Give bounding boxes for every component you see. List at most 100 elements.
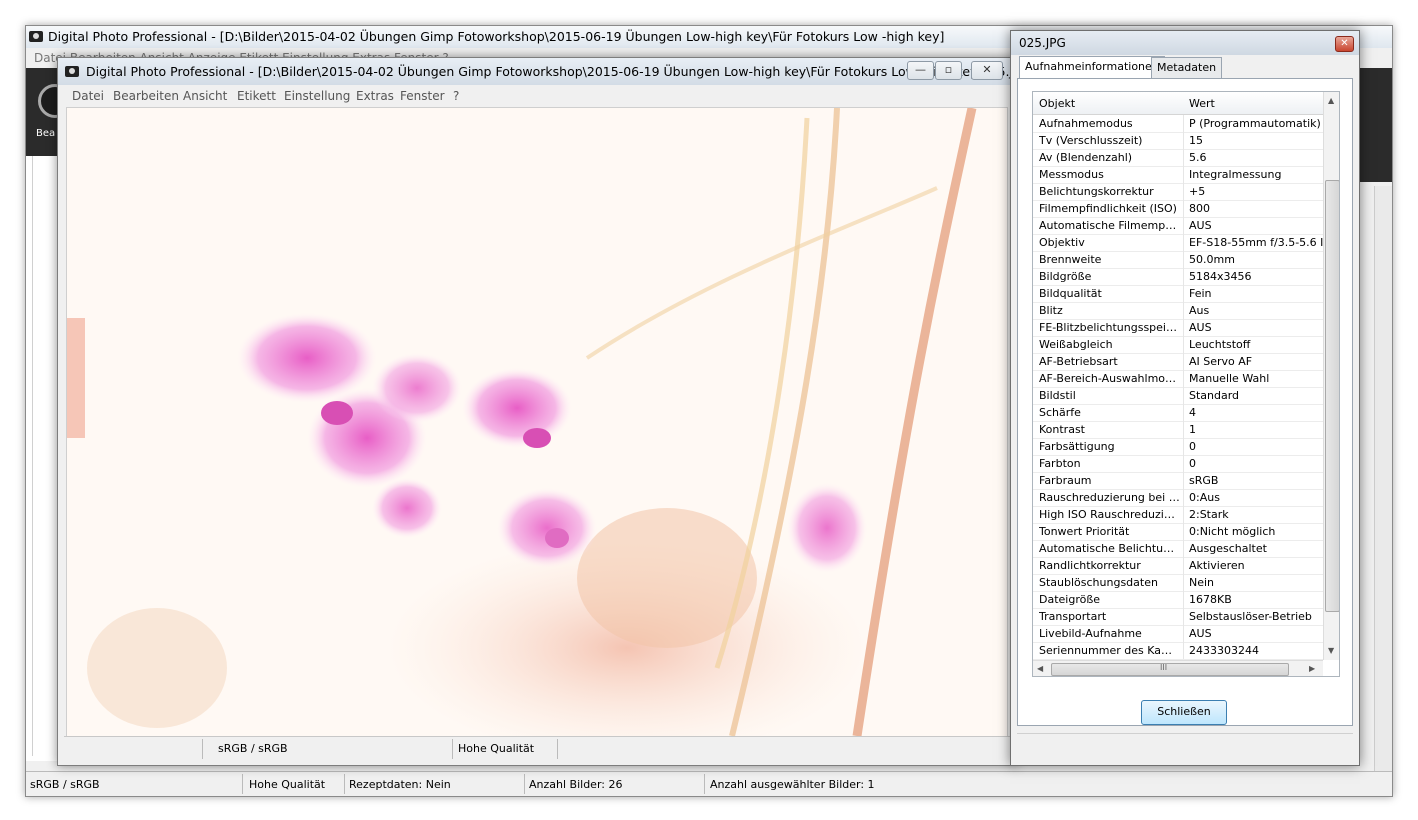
column-divider <box>1183 336 1184 353</box>
table-row[interactable]: Seriennummer des Kamera... 2433303244 <box>1033 642 1323 660</box>
list-vertical-scrollbar[interactable]: ▲ ▼ <box>1323 92 1339 660</box>
table-row[interactable]: Farbsättigung 0 <box>1033 438 1323 456</box>
column-divider <box>1183 268 1184 285</box>
row-key: Filmempfindlichkeit (ISO) <box>1039 202 1177 215</box>
table-row[interactable]: Objektiv EF-S18-55mm f/3.5-5.6 IS II <box>1033 234 1323 252</box>
scroll-down-icon[interactable]: ▼ <box>1328 646 1334 655</box>
table-row[interactable]: Bildgröße 5184x3456 <box>1033 268 1323 286</box>
table-row[interactable]: Farbton 0 <box>1033 455 1323 473</box>
table-row[interactable]: Brennweite 50.0mm <box>1033 251 1323 269</box>
column-divider <box>1183 251 1184 268</box>
viewer-title-bar[interactable]: Digital Photo Professional - [D:\Bilder\… <box>58 58 1016 85</box>
viewer-window: Digital Photo Professional - [D:\Bilder\… <box>57 57 1017 766</box>
row-key: Schärfe <box>1039 406 1081 419</box>
table-row[interactable]: Schärfe 4 <box>1033 404 1323 422</box>
row-key: Transportart <box>1039 610 1107 623</box>
table-row[interactable]: Bildqualität Fein <box>1033 285 1323 303</box>
column-divider <box>1183 438 1184 455</box>
table-row[interactable]: Dateigröße 1678KB <box>1033 591 1323 609</box>
row-key: Livebild-Aufnahme <box>1039 627 1142 640</box>
row-value: 5.6 <box>1189 151 1207 164</box>
shooting-info-list[interactable]: Objekt Wert Aufnahmemodus P (Programmauto… <box>1032 91 1340 677</box>
table-row[interactable]: Kontrast 1 <box>1033 421 1323 439</box>
menu-einstellung[interactable]: Einstellung <box>284 89 350 103</box>
column-divider <box>1183 387 1184 404</box>
photo-preview[interactable] <box>66 107 1008 737</box>
row-value: Aktivieren <box>1189 559 1245 572</box>
list-horizontal-scrollbar[interactable]: ◀ III ▶ <box>1033 660 1323 676</box>
table-row[interactable]: Staublöschungsdaten Nein <box>1033 574 1323 592</box>
minimize-button[interactable]: — <box>907 61 934 80</box>
menu-bearbeiten[interactable]: Bearbeiten <box>113 89 179 103</box>
row-value: sRGB <box>1189 474 1219 487</box>
table-row[interactable]: Weißabgleich Leuchtstoff <box>1033 336 1323 354</box>
tab-aufnahmeinformationen[interactable]: Aufnahmeinformationen <box>1019 56 1165 79</box>
table-row[interactable]: Aufnahmemodus P (Programmautomatik) <box>1033 115 1323 133</box>
scroll-left-icon[interactable]: ◀ <box>1037 664 1043 673</box>
row-value: 2:Stark <box>1189 508 1229 521</box>
table-row[interactable]: Rauschreduzierung bei Lan... 0:Aus <box>1033 489 1323 507</box>
table-row[interactable]: Tv (Verschlusszeit) 15 <box>1033 132 1323 150</box>
close-window-button[interactable]: ✕ <box>971 61 1003 80</box>
schliessen-button[interactable]: Schließen <box>1141 700 1227 725</box>
scroll-up-icon[interactable]: ▲ <box>1328 96 1334 105</box>
table-row[interactable]: Tonwert Priorität 0:Nicht möglich <box>1033 523 1323 541</box>
table-row[interactable]: Automatische Filmempfindli... AUS <box>1033 217 1323 235</box>
scroll-right-icon[interactable]: ▶ <box>1309 664 1315 673</box>
table-row[interactable]: AF-Betriebsart AI Servo AF <box>1033 353 1323 371</box>
table-row[interactable]: Av (Blendenzahl) 5.6 <box>1033 149 1323 167</box>
menu-ansicht[interactable]: Ansicht <box>183 89 227 103</box>
column-divider <box>1183 200 1184 217</box>
menu-datei[interactable]: Datei <box>72 89 104 103</box>
table-row[interactable]: High ISO Rauschreduzierung 2:Stark <box>1033 506 1323 524</box>
table-row[interactable]: Transportart Selbstauslöser-Betrieb <box>1033 608 1323 626</box>
menu-etikett[interactable]: Etikett <box>237 89 276 103</box>
row-key: Objektiv <box>1039 236 1085 249</box>
menu-extras[interactable]: Extras <box>356 89 394 103</box>
table-row[interactable]: Belichtungskorrektur +5 <box>1033 183 1323 201</box>
column-divider <box>1183 455 1184 472</box>
table-row[interactable]: AF-Bereich-Auswahlmodus Manuelle Wahl <box>1033 370 1323 388</box>
dialog-title-bar[interactable]: 025.JPG ✕ <box>1011 31 1359 55</box>
row-value: 1 <box>1189 423 1196 436</box>
row-value: 4 <box>1189 406 1196 419</box>
row-value: AUS <box>1189 321 1212 334</box>
restore-button[interactable]: ▫ <box>935 61 962 80</box>
vertical-scroll-thumb[interactable] <box>1325 180 1339 612</box>
table-row[interactable]: Blitz Aus <box>1033 302 1323 320</box>
horizontal-scroll-thumb[interactable]: III <box>1051 663 1289 676</box>
dialog-footer <box>1017 733 1353 760</box>
tab-metadaten[interactable]: Metadaten <box>1151 57 1223 78</box>
row-value: 1678KB <box>1189 593 1232 606</box>
row-value: 0 <box>1189 457 1196 470</box>
main-window-title: Digital Photo Professional - [D:\Bilder\… <box>48 29 945 44</box>
table-row[interactable]: Filmempfindlichkeit (ISO) 800 <box>1033 200 1323 218</box>
column-divider <box>1183 421 1184 438</box>
row-key: Brennweite <box>1039 253 1102 266</box>
table-row[interactable]: Livebild-Aufnahme AUS <box>1033 625 1323 643</box>
status-recipe: Rezeptdaten: Nein <box>349 778 451 791</box>
column-header-objekt[interactable]: Objekt <box>1039 97 1075 110</box>
table-row[interactable]: Bildstil Standard <box>1033 387 1323 405</box>
column-header-wert[interactable]: Wert <box>1189 97 1215 110</box>
row-key: Bildqualität <box>1039 287 1102 300</box>
table-row[interactable]: Farbraum sRGB <box>1033 472 1323 490</box>
menu-fenster[interactable]: Fenster <box>400 89 445 103</box>
table-row[interactable]: Messmodus Integralmessung <box>1033 166 1323 184</box>
column-divider <box>1183 642 1184 659</box>
close-icon[interactable]: ✕ <box>1335 36 1354 52</box>
column-divider <box>1183 523 1184 540</box>
row-value: Ausgeschaltet <box>1189 542 1267 555</box>
menu-help[interactable]: ? <box>453 89 459 103</box>
row-value: AUS <box>1189 627 1212 640</box>
table-row[interactable]: Randlichtkorrektur Aktivieren <box>1033 557 1323 575</box>
row-value: Fein <box>1189 287 1212 300</box>
row-key: Rauschreduzierung bei Lan... <box>1039 491 1181 504</box>
row-key: AF-Betriebsart <box>1039 355 1118 368</box>
column-divider <box>1183 540 1184 557</box>
status-separator <box>704 774 705 794</box>
column-divider <box>1183 234 1184 251</box>
table-row[interactable]: Automatische Belichtungso... Ausgeschalte… <box>1033 540 1323 558</box>
main-vertical-scrollbar[interactable] <box>1374 186 1392 776</box>
table-row[interactable]: FE-Blitzbelichtungsspeicher... AUS <box>1033 319 1323 337</box>
